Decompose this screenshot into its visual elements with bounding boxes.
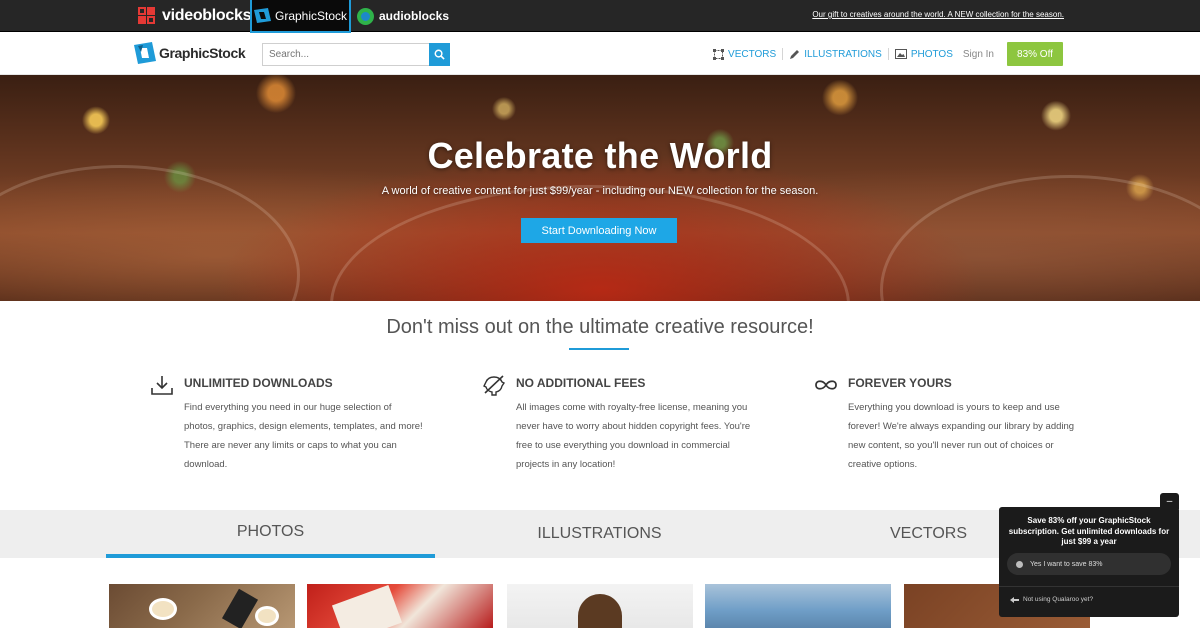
offer-button[interactable]: 83% Off [1007,42,1063,66]
audioblocks-link[interactable]: audioblocks [357,0,449,32]
photo-thumbnail[interactable] [507,584,693,628]
nav-links: VECTORS ILLUSTRATIONS PHOTOS Sign In 83%… [713,41,1063,67]
start-downloading-button[interactable]: Start Downloading Now [521,218,677,243]
videoblocks-logo-icon [138,6,157,26]
section-divider [569,348,629,350]
graphicstock-network-label: GraphicStock [274,8,348,23]
videoblocks-link[interactable]: videoblocks [138,0,251,32]
tab-photos[interactable]: PHOTOS [106,510,435,558]
survey-option-label: Yes I want to save 83% [1030,560,1103,568]
graphicstock-network-tab[interactable]: GraphicStock [250,0,351,33]
hero-banner: Celebrate the World A world of creative … [0,75,1200,301]
graphicstock-logo[interactable]: GraphicStock [134,42,246,64]
hero-title: Celebrate the World [427,135,773,176]
graphicstock-mark-icon [134,42,156,64]
vector-icon [713,48,725,60]
radio-button-icon [1016,560,1023,568]
graphicstock-logo-icon [253,8,271,23]
tab-illustrations[interactable]: ILLUSTRATIONS [435,510,764,558]
search-input[interactable] [262,43,429,66]
audioblocks-label: audioblocks [379,9,450,23]
survey-widget: Save 83% off your GraphicStock subscript… [999,507,1179,617]
search-icon [434,49,445,60]
survey-divider [999,586,1179,587]
search-button[interactable] [429,43,450,66]
pencil-icon [790,49,800,59]
download-icon [151,376,173,395]
section-title: Don't miss out on the ultimate creative … [386,316,814,338]
nav-illustrations-label: ILLUSTRATIONS [804,48,882,60]
promo-link[interactable]: Our gift to creatives around the world. … [812,10,1064,19]
infinity-icon [815,380,837,390]
nav-vectors-label: VECTORS [728,48,777,60]
nav-photos-label: PHOTOS [910,48,953,60]
nav-vectors[interactable]: VECTORS [713,48,777,60]
photo-thumbnail[interactable] [705,584,891,628]
nav-photos[interactable]: PHOTOS [894,48,953,60]
feature-title: FOREVER YOURS [848,376,952,390]
logo-text: GraphicStock [159,45,246,61]
nav-separator [782,48,784,60]
feature-body: All images come with royalty-free licens… [516,402,751,470]
survey-option[interactable]: Yes I want to save 83% [1007,553,1171,575]
feature-body: Everything you download is yours to keep… [848,402,1075,470]
sign-in-link[interactable]: Sign In [963,49,994,60]
audioblocks-logo-icon [357,7,374,25]
feature-body: Find everything you need in our huge sel… [184,402,423,470]
nav-separator [887,48,889,60]
no-fees-icon [483,375,506,396]
feature-title: NO ADDITIONAL FEES [516,376,646,390]
qualaroo-logo-icon [1010,596,1019,603]
photo-thumbnail[interactable] [307,584,493,628]
hero-background-glass [330,185,850,301]
qualaroo-label: Not using Qualaroo yet? [1023,596,1094,603]
portrait-silhouette [578,594,622,628]
videoblocks-label: videoblocks [162,7,252,24]
photo-thumbnail[interactable] [109,584,295,628]
photo-icon [894,49,907,59]
survey-question: Save 83% off your GraphicStock subscript… [1008,516,1170,546]
network-bar: videoblocks GraphicStock audioblocks Our… [0,0,1200,33]
feature-title: UNLIMITED DOWNLOADS [184,376,333,390]
hero-subtitle: A world of creative content for just $99… [381,185,819,197]
main-nav: GraphicStock VECTORS ILLUSTRATIONS [0,33,1200,75]
qualaroo-link[interactable]: Not using Qualaroo yet? [1010,596,1093,603]
nav-illustrations[interactable]: ILLUSTRATIONS [789,49,882,60]
search-bar [262,43,450,66]
